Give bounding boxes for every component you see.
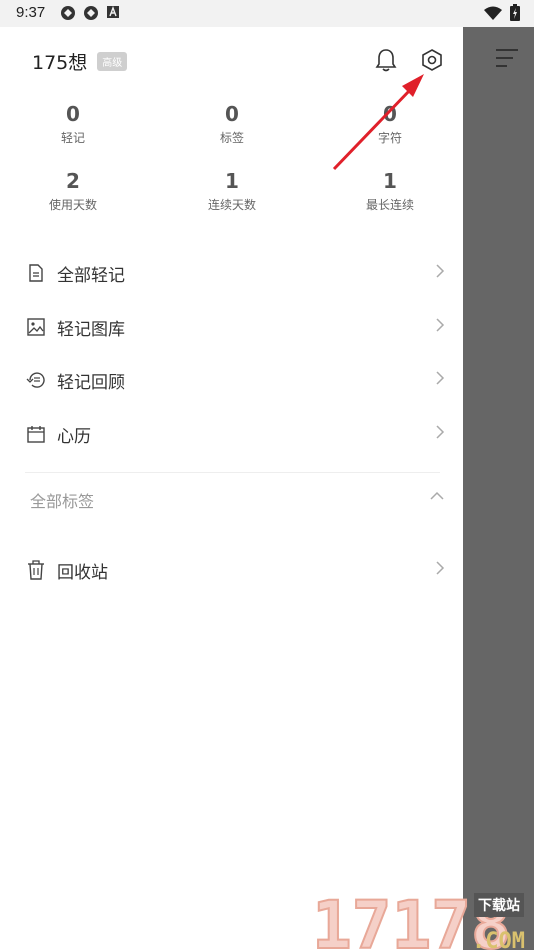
- sync-icon: [61, 6, 75, 20]
- stat-notes: 0 轻记: [13, 102, 133, 146]
- stat-value: 0: [383, 102, 397, 126]
- status-icons-right: [484, 4, 520, 21]
- menu-item-label: 回收站: [57, 562, 108, 583]
- chevron-right-icon: [436, 318, 445, 332]
- stat-streak-days: 1 连续天数: [172, 169, 292, 213]
- history-icon: [25, 369, 47, 391]
- chevron-up-icon: [430, 491, 444, 500]
- stat-label: 使用天数: [48, 198, 97, 212]
- divider: [25, 472, 440, 473]
- stat-longest-streak: 1 最长连续: [330, 169, 450, 213]
- status-bar: 9:37: [0, 0, 534, 27]
- tags-section-header[interactable]: 全部标签: [30, 488, 445, 512]
- sync-icon: [84, 6, 98, 20]
- stat-tags: 0 标签: [172, 102, 292, 146]
- settings-icon[interactable]: [420, 48, 444, 72]
- menu-item-label: 全部轻记: [57, 265, 125, 286]
- stat-label: 标签: [219, 131, 244, 145]
- stat-label: 连续天数: [207, 198, 256, 212]
- menu-item-gallery[interactable]: 轻记图库: [25, 307, 445, 347]
- chevron-right-icon: [436, 371, 445, 385]
- chevron-right-icon: [436, 264, 445, 278]
- status-time: 9:37: [16, 4, 46, 21]
- menu-item-label: 轻记图库: [57, 319, 125, 340]
- stat-value: 1: [225, 169, 239, 193]
- trash-icon: [25, 559, 47, 581]
- stat-label: 轻记: [60, 131, 85, 145]
- bell-icon[interactable]: [375, 48, 397, 72]
- premium-badge: 高级: [97, 52, 128, 71]
- calendar-icon: [25, 423, 47, 445]
- stat-value: 0: [66, 102, 80, 126]
- chevron-right-icon: [436, 425, 445, 439]
- menu-item-review[interactable]: 轻记回顾: [25, 360, 445, 400]
- wifi-icon: [484, 6, 502, 20]
- menu-item-label: 轻记回顾: [57, 372, 125, 393]
- status-icons-left: [60, 5, 120, 21]
- profile-header: 175想 高级: [32, 48, 128, 75]
- menu-item-label: 心历: [57, 426, 91, 447]
- watermark-site: 下载站: [474, 893, 524, 917]
- menu-item-trash[interactable]: 回收站: [25, 550, 445, 590]
- menu-icon[interactable]: [496, 48, 518, 68]
- watermark-suffix: .COM: [472, 929, 525, 950]
- stat-label: 字符: [377, 131, 402, 145]
- stat-value: 1: [383, 169, 397, 193]
- menu-item-calendar[interactable]: 心历: [25, 414, 445, 454]
- menu-item-all-notes[interactable]: 全部轻记: [25, 253, 445, 293]
- a-icon: [107, 6, 119, 18]
- stat-label: 最长连续: [365, 198, 414, 212]
- tags-section-label: 全部标签: [30, 492, 95, 511]
- image-icon: [25, 316, 47, 338]
- stat-characters: 0 字符: [330, 102, 450, 146]
- username[interactable]: 175想: [32, 48, 87, 75]
- stat-value: 0: [225, 102, 239, 126]
- stat-value: 2: [66, 169, 80, 193]
- stat-days-used: 2 使用天数: [13, 169, 133, 213]
- battery-icon: [510, 4, 520, 21]
- chevron-right-icon: [436, 561, 445, 575]
- document-icon: [25, 262, 47, 284]
- drawer-scrim[interactable]: [463, 27, 534, 950]
